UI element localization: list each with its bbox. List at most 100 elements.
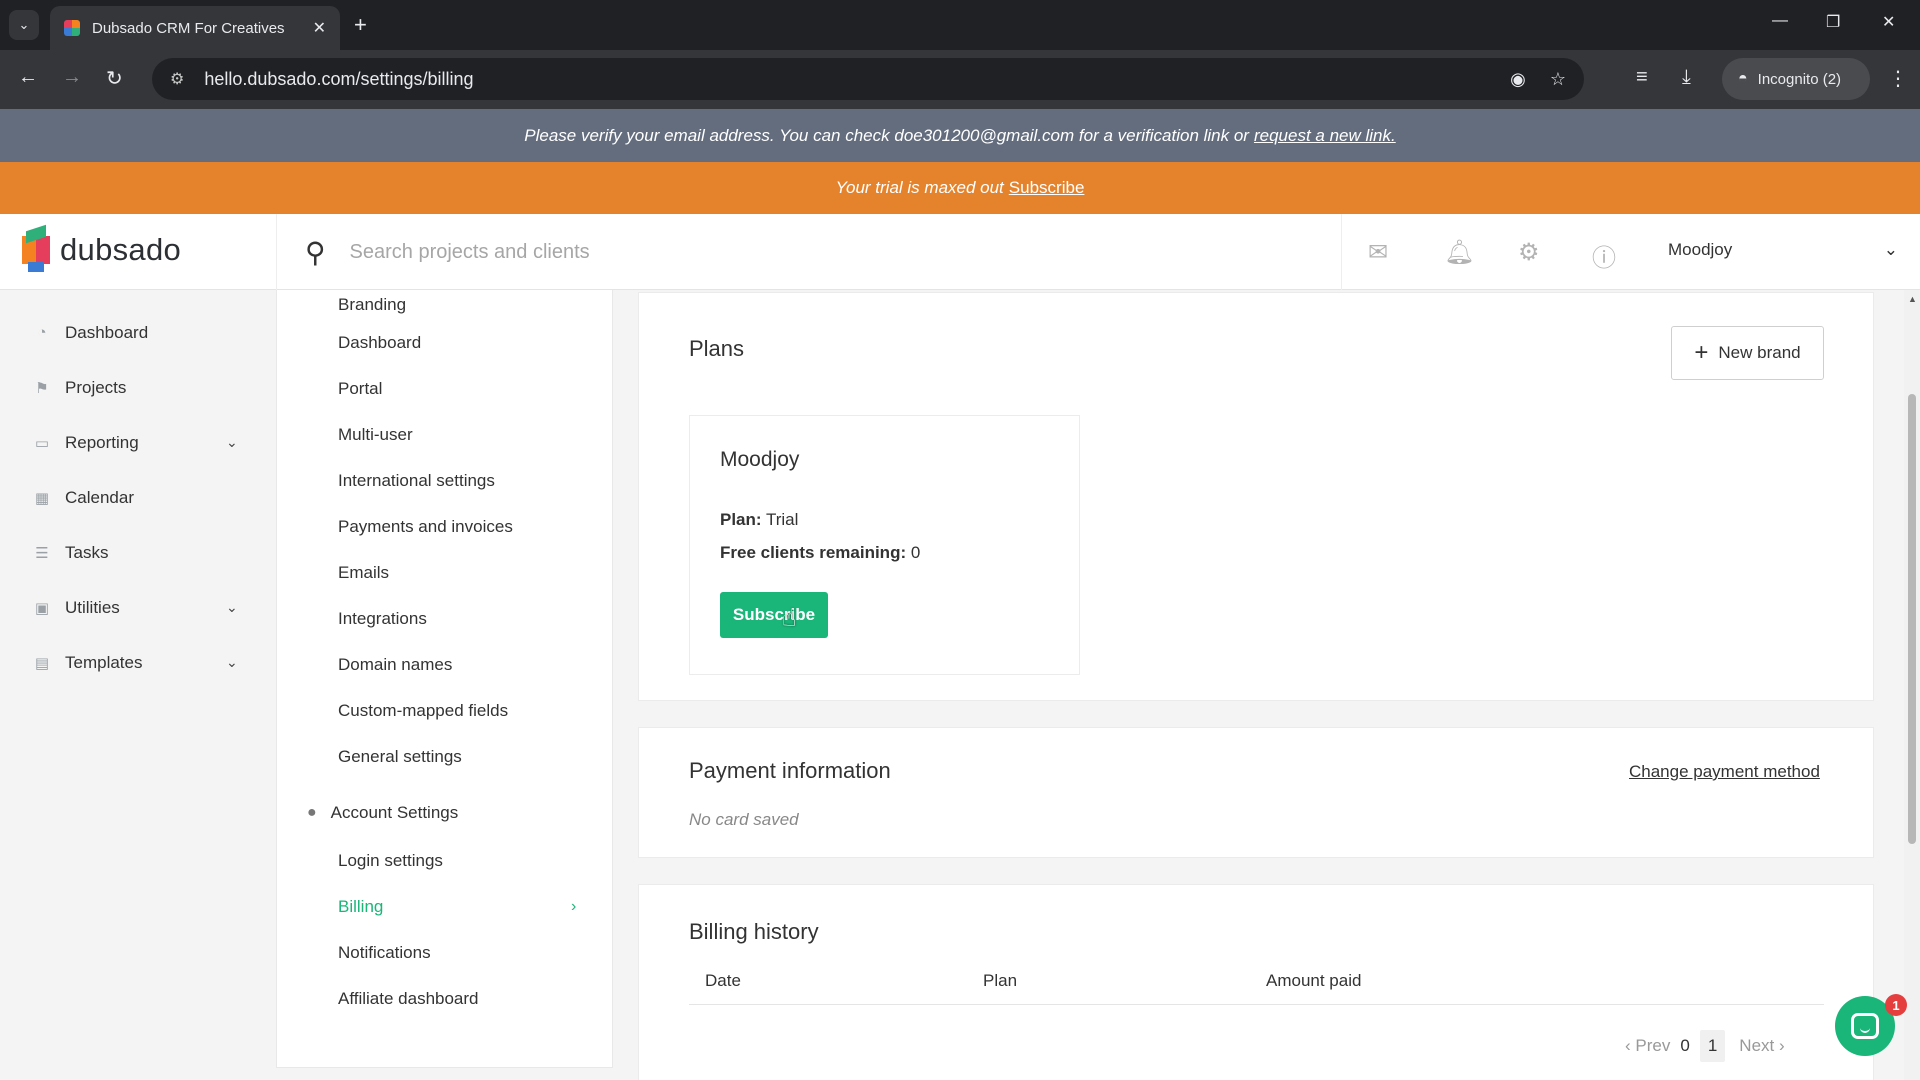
settings-item-branding[interactable]: Branding xyxy=(277,290,612,320)
trial-subscribe-link[interactable]: Subscribe xyxy=(1009,178,1085,198)
settings-item-notifications[interactable]: Notifications xyxy=(277,930,612,976)
new-brand-label: New brand xyxy=(1718,343,1801,362)
download-icon[interactable]: ⤓ xyxy=(1682,66,1691,89)
settings-item-international[interactable]: International settings xyxy=(277,458,612,504)
scroll-up-arrow-icon[interactable]: ▲ xyxy=(1908,294,1917,304)
incognito-indicator[interactable]: ◓ Incognito (2) xyxy=(1722,58,1870,100)
settings-item-integrations[interactable]: Integrations xyxy=(277,596,612,642)
column-amount-paid: Amount paid xyxy=(1266,971,1362,990)
chevron-right-icon: › xyxy=(571,898,577,915)
new-tab-icon[interactable]: + xyxy=(354,12,367,38)
mail-icon[interactable]: ✉ xyxy=(1368,238,1388,267)
sidebar-item-label: Utilities xyxy=(65,597,120,617)
settings-item-portal[interactable]: Portal xyxy=(277,366,612,412)
new-brand-button[interactable]: + New brand xyxy=(1671,326,1824,380)
minimize-icon[interactable]: — xyxy=(1772,12,1788,30)
settings-item-emails[interactable]: Emails xyxy=(277,550,612,596)
close-tab-icon[interactable]: ✕ xyxy=(313,18,326,38)
request-new-link[interactable]: request a new link. xyxy=(1254,126,1396,146)
change-payment-method-link[interactable]: Change payment method xyxy=(1629,762,1820,782)
page-0[interactable]: 0 xyxy=(1680,1036,1689,1056)
billing-label: Billing xyxy=(338,897,384,916)
close-window-icon[interactable]: ✕ xyxy=(1882,12,1895,32)
sidebar-item-calendar[interactable]: ▦ Calendar xyxy=(0,470,276,525)
dubsado-favicon-icon xyxy=(64,20,80,36)
prev-page-button[interactable]: ‹ Prev xyxy=(1625,1036,1670,1056)
verify-email-text: Please verify your email address. You ca… xyxy=(524,125,1249,145)
site-info-icon[interactable]: ⚙ xyxy=(170,69,184,89)
payment-title: Payment information xyxy=(689,758,891,783)
tab-search-chevron-icon[interactable]: ⌄ xyxy=(9,10,39,40)
tab-title: Dubsado CRM For Creatives xyxy=(92,19,285,37)
payment-information-card: Payment information Change payment metho… xyxy=(638,727,1874,858)
settings-item-affiliate[interactable]: Affiliate dashboard xyxy=(277,976,612,1022)
sidebar-item-projects[interactable]: ⚑ Projects xyxy=(0,360,276,415)
plan-label: Plan: xyxy=(720,510,762,529)
back-icon[interactable]: ← xyxy=(18,66,38,89)
dashboard-icon: ◔ xyxy=(37,324,47,341)
browser-tab[interactable]: Dubsado CRM For Creatives ✕ xyxy=(50,6,340,50)
plans-card: Plans + New brand Moodjoy Plan: Trial Fr… xyxy=(638,292,1874,701)
tracking-eye-off-icon[interactable]: ◉ xyxy=(1510,69,1526,90)
restore-icon[interactable]: ❐ xyxy=(1826,12,1840,32)
search-input[interactable] xyxy=(349,240,1250,264)
settings-item-multi-user[interactable]: Multi-user xyxy=(277,412,612,458)
logo-text: dubsado xyxy=(60,232,182,267)
help-icon[interactable]: ⓘ xyxy=(1592,238,1616,273)
sidebar-item-reporting[interactable]: ▭ Reporting ⌄ xyxy=(0,415,276,470)
sidebar-item-label: Calendar xyxy=(65,487,134,507)
tasks-icon: ☰ xyxy=(35,544,49,562)
settings-item-general[interactable]: General settings xyxy=(277,734,612,780)
next-page-button[interactable]: Next › xyxy=(1739,1036,1784,1056)
brand-name: Moodjoy xyxy=(720,448,800,471)
settings-item-custom-fields[interactable]: Custom-mapped fields xyxy=(277,688,612,734)
chevron-down-icon: ⌄ xyxy=(226,599,238,615)
account-settings-label: Account Settings xyxy=(330,803,459,822)
sidebar-item-dashboard[interactable]: ◔ Dashboard xyxy=(0,305,276,360)
prev-label: Prev xyxy=(1635,1036,1671,1055)
person-icon: ● xyxy=(307,804,317,821)
browser-menu-icon[interactable]: ⋮ xyxy=(1888,66,1908,91)
bookmark-star-icon[interactable]: ☆ xyxy=(1550,69,1566,90)
dubsado-logo[interactable]: dubsado xyxy=(22,224,182,272)
url-text[interactable]: hello.dubsado.com/settings/billing xyxy=(204,69,1486,90)
sidebar-item-templates[interactable]: ▤ Templates ⌄ xyxy=(0,635,276,690)
sidebar-item-label: Projects xyxy=(65,377,127,397)
free-clients-label: Free clients remaining: xyxy=(720,543,907,562)
user-menu[interactable]: Moodjoy ⌄ xyxy=(1668,240,1898,260)
page-scrollbar[interactable]: ▲ xyxy=(1904,290,1920,1080)
sidebar-item-label: Tasks xyxy=(65,542,109,562)
settings-item-domain-names[interactable]: Domain names xyxy=(277,642,612,688)
chevron-down-icon: ⌄ xyxy=(226,654,238,670)
sidebar-item-tasks[interactable]: ☰ Tasks xyxy=(0,525,276,580)
subscribe-button[interactable]: Subscribe xyxy=(720,592,828,638)
settings-item-payments[interactable]: Payments and invoices xyxy=(277,504,612,550)
trial-banner: Your trial is maxed out Subscribe xyxy=(0,162,1920,214)
trial-text: Your trial is maxed out xyxy=(835,178,1004,197)
free-clients-line: Free clients remaining: 0 xyxy=(720,543,920,563)
browser-tab-bar: ⌄ Dubsado CRM For Creatives ✕ + — ❐ ✕ xyxy=(0,0,1920,50)
media-control-icon[interactable]: ≡ xyxy=(1636,66,1648,89)
column-date: Date xyxy=(705,971,741,990)
search-icon[interactable]: ⚲ xyxy=(305,236,326,269)
reporting-icon: ▭ xyxy=(34,434,50,452)
main-sidebar: ◔ Dashboard ⚑ Projects ▭ Reporting ⌄ ▦ C… xyxy=(0,290,276,1080)
next-label: Next xyxy=(1739,1036,1775,1055)
billing-history-table-header: Date Plan Amount paid xyxy=(689,965,1824,1005)
reload-icon[interactable]: ↻ xyxy=(106,66,123,91)
settings-item-login[interactable]: Login settings xyxy=(277,838,612,884)
sidebar-item-utilities[interactable]: ▣ Utilities ⌄ xyxy=(0,580,276,635)
forward-icon[interactable]: → xyxy=(62,66,82,89)
calendar-icon: ▦ xyxy=(34,489,50,507)
hand-cursor-icon: ☝ xyxy=(782,605,797,632)
verify-email-banner: Please verify your email address. You ca… xyxy=(0,109,1920,162)
templates-icon: ▤ xyxy=(34,654,50,672)
address-bar[interactable]: ⚙ hello.dubsado.com/settings/billing ◉ ☆ xyxy=(152,58,1584,100)
gear-icon[interactable]: ⚙ xyxy=(1518,238,1540,267)
settings-item-billing[interactable]: Billing › xyxy=(277,884,612,930)
chevron-down-icon: ⌄ xyxy=(1883,240,1898,259)
scroll-thumb[interactable] xyxy=(1908,394,1916,844)
settings-item-dashboard[interactable]: Dashboard xyxy=(277,320,612,366)
page-current[interactable]: 1 xyxy=(1699,1030,1726,1062)
bell-icon[interactable]: 🔔︎ xyxy=(1444,238,1474,267)
